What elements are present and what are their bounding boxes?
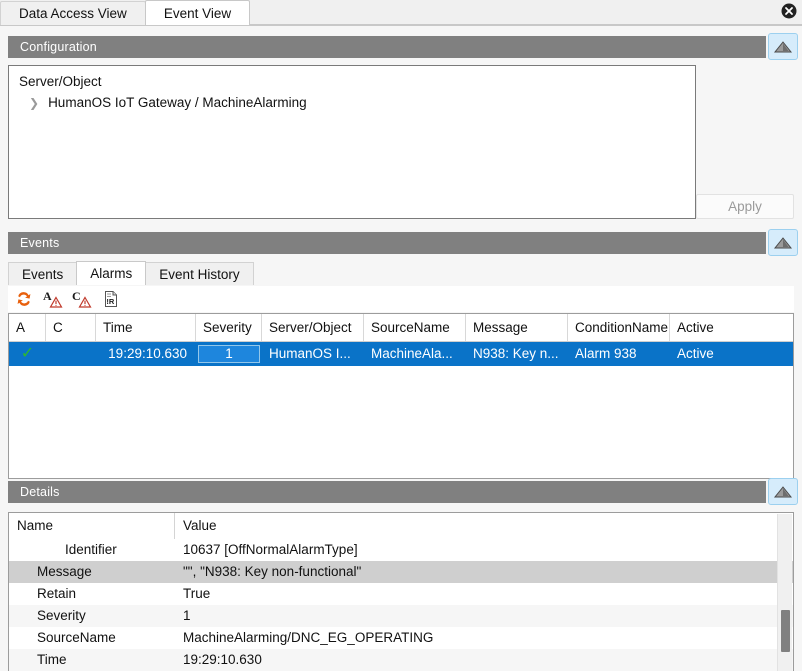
cell-c <box>46 342 96 366</box>
tab-event-view-label: Event View <box>163 6 232 21</box>
details-value-message: "", "N938: Key non-functional" <box>183 564 362 579</box>
events-title: Events <box>20 236 60 250</box>
alarms-grid-header: A C Time Severity Server/Object SourceNa… <box>9 314 793 342</box>
details-value-time: 19:29:10.630 <box>183 652 262 667</box>
main-tabstrip: Data Access View Event View <box>0 0 802 26</box>
events-tabstrip: Events Alarms Event History <box>8 261 794 285</box>
chevron-right-icon[interactable]: ❯ <box>29 97 39 109</box>
acknowledged-check-icon: ✓ <box>20 345 35 362</box>
details-grid-header: Name Value <box>9 513 793 539</box>
refresh-icon[interactable] <box>14 289 34 309</box>
cell-severity[interactable]: 1 <box>196 342 262 366</box>
details-scrollbar-thumb[interactable] <box>781 610 790 652</box>
details-row-retain[interactable]: Retain True <box>9 583 793 605</box>
apply-button-label: Apply <box>728 199 762 214</box>
details-value-severity: 1 <box>183 608 191 623</box>
cell-message: N938: Key n... <box>473 346 559 361</box>
alarms-grid-row[interactable]: ✓ 19:29:10.630 1 HumanOS I... MachineAla… <box>9 342 793 366</box>
details-value-retain: True <box>183 586 211 601</box>
apply-button[interactable]: Apply <box>696 194 794 219</box>
details-name-time: Time <box>37 652 67 667</box>
column-header-c[interactable]: C <box>46 314 96 341</box>
details-column-header-value[interactable]: Value <box>175 513 217 539</box>
tab-data-access-view-label: Data Access View <box>19 6 127 21</box>
details-section-header: Details <box>8 481 766 503</box>
acknowledge-alarm-icon[interactable]: A <box>43 289 63 309</box>
alarms-grid[interactable]: A C Time Severity Server/Object SourceNa… <box>8 313 794 479</box>
event-view-window: Data Access View Event View Configuratio… <box>0 0 802 671</box>
details-value-source-name: MachineAlarming/DNC_EG_OPERATING <box>183 630 434 645</box>
svg-text:C: C <box>72 289 81 303</box>
details-vertical-scrollbar[interactable] <box>777 514 792 671</box>
alarms-toolbar: A C !R <box>8 286 794 312</box>
column-header-message[interactable]: Message <box>466 314 568 341</box>
configuration-tree: Server/Object ❯ HumanOS IoT Gateway / Ma… <box>8 65 696 219</box>
details-name-retain: Retain <box>37 586 77 601</box>
cell-time: 19:29:10.630 <box>108 346 187 361</box>
svg-text:A: A <box>43 289 52 303</box>
events-section-header: Events <box>8 232 766 254</box>
configuration-tree-header: Server/Object <box>19 74 102 89</box>
details-value-identifier: 10637 [OffNormalAlarmType] <box>183 542 358 557</box>
events-collapse-button[interactable] <box>768 229 798 256</box>
details-name-message: Message <box>37 564 92 579</box>
configuration-title: Configuration <box>20 40 97 54</box>
tab-data-access-view[interactable]: Data Access View <box>0 1 146 25</box>
tab-alarms-label: Alarms <box>90 266 133 281</box>
details-name-source-name: SourceName <box>37 630 116 645</box>
column-header-a[interactable]: A <box>9 314 46 341</box>
cell-active: Active <box>677 346 714 361</box>
details-name-severity: Severity <box>37 608 86 623</box>
details-row-source-name[interactable]: SourceName MachineAlarming/DNC_EG_OPERAT… <box>9 627 793 649</box>
tab-event-view[interactable]: Event View <box>144 0 251 25</box>
tab-alarms[interactable]: Alarms <box>76 261 147 285</box>
cell-source-name: MachineAla... <box>371 346 453 361</box>
column-header-condition-name[interactable]: ConditionName <box>568 314 670 341</box>
details-name-identifier: Identifier <box>65 542 117 557</box>
column-header-active[interactable]: Active <box>670 314 791 341</box>
configuration-section-header: Configuration <box>8 36 766 58</box>
details-grid[interactable]: Name Value Identifier 10637 [OffNormalAl… <box>8 512 794 671</box>
details-title: Details <box>20 485 60 499</box>
confirm-alarm-icon[interactable]: C <box>72 289 92 309</box>
report-icon[interactable]: !R <box>101 289 121 309</box>
cell-severity-value: 1 <box>198 345 260 363</box>
configuration-node-label: HumanOS IoT Gateway / MachineAlarming <box>48 95 307 110</box>
cell-condition-name: Alarm 938 <box>575 346 637 361</box>
column-header-server-object[interactable]: Server/Object <box>262 314 364 341</box>
details-column-header-name[interactable]: Name <box>9 513 175 539</box>
column-header-source-name[interactable]: SourceName <box>364 314 466 341</box>
tab-events-label: Events <box>22 267 64 282</box>
column-header-time[interactable]: Time <box>96 314 196 341</box>
close-circle-icon[interactable] <box>780 2 798 20</box>
details-row-identifier[interactable]: Identifier 10637 [OffNormalAlarmType] <box>9 539 793 561</box>
tab-event-history-label: Event History <box>159 267 240 282</box>
tabstrip-filler <box>249 0 802 25</box>
configuration-collapse-button[interactable] <box>768 33 798 60</box>
tab-events[interactable]: Events <box>8 262 78 285</box>
details-row-message[interactable]: Message "", "N938: Key non-functional" <box>9 561 793 583</box>
configuration-tree-node[interactable]: ❯ HumanOS IoT Gateway / MachineAlarming <box>19 95 685 110</box>
details-row-time[interactable]: Time 19:29:10.630 <box>9 649 793 671</box>
tab-event-history[interactable]: Event History <box>145 262 254 285</box>
cell-server-object: HumanOS I... <box>269 346 351 361</box>
details-row-severity[interactable]: Severity 1 <box>9 605 793 627</box>
column-header-severity[interactable]: Severity <box>196 314 262 341</box>
svg-text:!R: !R <box>106 297 114 306</box>
details-collapse-button[interactable] <box>768 478 798 505</box>
